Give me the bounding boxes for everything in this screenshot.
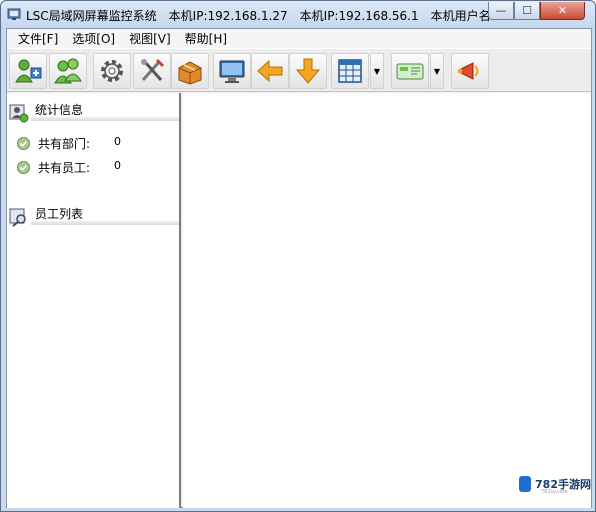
monitor-icon bbox=[219, 60, 245, 83]
stat-row-departments: 共有部门: 0 bbox=[17, 135, 177, 151]
add-user-icon bbox=[15, 59, 42, 83]
grid-layout-icon bbox=[338, 59, 362, 83]
close-button[interactable]: ✕ bbox=[540, 2, 585, 20]
minimize-button[interactable]: — bbox=[488, 2, 514, 20]
arrow-left-icon bbox=[257, 59, 283, 83]
employee-list-title: 员工列表 bbox=[35, 207, 84, 221]
departments-label: 共有部门: bbox=[38, 137, 91, 151]
package-button[interactable] bbox=[171, 53, 209, 89]
network-card-button[interactable] bbox=[391, 53, 429, 89]
maximize-icon: ☐ bbox=[522, 4, 532, 17]
stats-group-title: 统计信息 bbox=[35, 103, 84, 117]
window-title: LSC局域网屏幕监控系统 本机IP:192.168.1.27 本机IP:192.… bbox=[26, 9, 528, 23]
toolbar: ▼ ▼ bbox=[7, 48, 591, 92]
broadcast-button[interactable] bbox=[451, 53, 489, 89]
minimize-icon: — bbox=[495, 4, 507, 17]
main-view-panel[interactable] bbox=[183, 93, 591, 508]
check-icon bbox=[17, 161, 30, 174]
settings-gear-icon bbox=[101, 60, 123, 82]
network-card-dropdown[interactable]: ▼ bbox=[430, 53, 444, 89]
add-user-button[interactable] bbox=[9, 53, 47, 89]
title-bar[interactable]: LSC局域网屏幕监控系统 本机IP:192.168.1.27 本机IP:192.… bbox=[1, 1, 595, 28]
grid-layout-button[interactable] bbox=[331, 53, 369, 89]
check-icon bbox=[17, 137, 30, 150]
tools-button[interactable] bbox=[133, 53, 171, 89]
package-icon bbox=[178, 61, 202, 85]
menu-help[interactable]: 帮助[H] bbox=[178, 30, 234, 47]
tools-icon bbox=[141, 58, 165, 81]
monitor-button[interactable] bbox=[213, 53, 251, 89]
menu-bar: 文件[F] 选项[O] 视图[V] 帮助[H] bbox=[7, 29, 591, 48]
watermark-subtext: 782sy.com bbox=[541, 489, 568, 495]
group-divider bbox=[31, 221, 179, 225]
close-icon: ✕ bbox=[557, 4, 568, 17]
watermark: 782手游网 782sy.com bbox=[519, 473, 591, 495]
departments-count: 0 bbox=[114, 135, 121, 148]
download-button[interactable] bbox=[289, 53, 327, 89]
group-divider bbox=[31, 117, 179, 121]
left-panel: 统计信息 共有部门: 0 共有员工: 0 员工列表 bbox=[7, 93, 181, 508]
employees-label: 共有员工: bbox=[38, 161, 91, 175]
app-window: LSC局域网屏幕监控系统 本机IP:192.168.1.27 本机IP:192.… bbox=[0, 0, 596, 512]
app-icon bbox=[7, 8, 21, 20]
network-card-icon bbox=[396, 63, 424, 80]
arrow-down-icon bbox=[295, 58, 321, 84]
back-button[interactable] bbox=[251, 53, 289, 89]
menu-options[interactable]: 选项[O] bbox=[65, 30, 122, 47]
stats-info-icon bbox=[9, 104, 29, 123]
users-icon bbox=[54, 58, 82, 84]
settings-button[interactable] bbox=[93, 53, 131, 89]
employee-list-group-header[interactable]: 员工列表 bbox=[9, 203, 179, 233]
stats-group-header[interactable]: 统计信息 bbox=[9, 99, 179, 129]
stat-row-employees: 共有员工: 0 bbox=[17, 159, 177, 175]
chevron-down-icon: ▼ bbox=[433, 66, 441, 76]
megaphone-icon bbox=[458, 62, 479, 80]
users-button[interactable] bbox=[49, 53, 87, 89]
employee-search-icon bbox=[9, 208, 26, 227]
watermark-logo bbox=[519, 476, 532, 492]
menu-view[interactable]: 视图[V] bbox=[122, 30, 178, 47]
maximize-button[interactable]: ☐ bbox=[514, 2, 540, 20]
grid-layout-dropdown[interactable]: ▼ bbox=[370, 53, 384, 89]
employees-count: 0 bbox=[114, 159, 121, 172]
menu-file[interactable]: 文件[F] bbox=[11, 30, 65, 47]
client-area: 文件[F] 选项[O] 视图[V] 帮助[H] ▼ ▼ 统计信息 共有部门: 0… bbox=[6, 28, 592, 508]
chevron-down-icon: ▼ bbox=[373, 66, 381, 76]
